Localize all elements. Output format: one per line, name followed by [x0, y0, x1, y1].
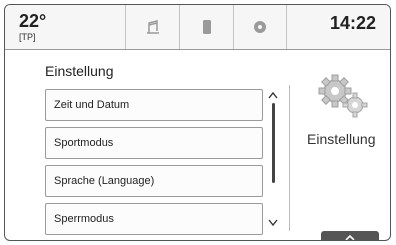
- scrollbar-thumb[interactable]: [272, 103, 275, 183]
- temperature-readout: 22°: [19, 11, 47, 31]
- chevron-up-icon: [345, 234, 355, 240]
- list-item-label: Sperrmodus: [54, 213, 114, 225]
- infotainment-screen: 22° [TP] 14:22 Einstellung Zeit und Datu…: [4, 4, 391, 241]
- clock: 14:22: [329, 13, 376, 33]
- phone-button[interactable]: [179, 5, 233, 49]
- audio-icon: [146, 20, 159, 34]
- list-item-sprache[interactable]: Sprache (Language): [45, 165, 263, 197]
- gears-icon: [313, 71, 373, 121]
- app-icon: [254, 21, 266, 33]
- phone-icon: [202, 20, 211, 34]
- audio-button[interactable]: [125, 5, 179, 49]
- traffic-program-indicator: [TP]: [19, 32, 36, 42]
- app-button[interactable]: [233, 5, 287, 49]
- list-item-sperrmodus[interactable]: Sperrmodus: [45, 203, 263, 235]
- list-item-zeit-und-datum[interactable]: Zeit und Datum: [45, 89, 263, 121]
- side-panel-label: Einstellung: [307, 131, 376, 147]
- status-bar: 22° [TP] 14:22: [5, 5, 390, 50]
- list-item-label: Sportmodus: [54, 137, 114, 149]
- scroll-down-icon[interactable]: [268, 219, 278, 227]
- panel-divider: [289, 85, 290, 231]
- list-item-label: Sprache (Language): [54, 175, 155, 187]
- scroll-up-icon[interactable]: [268, 91, 278, 99]
- expand-tab-button[interactable]: [321, 231, 379, 240]
- list-item-sportmodus[interactable]: Sportmodus: [45, 127, 263, 159]
- page-title: Einstellung: [45, 63, 114, 79]
- list-item-label: Zeit und Datum: [54, 99, 130, 111]
